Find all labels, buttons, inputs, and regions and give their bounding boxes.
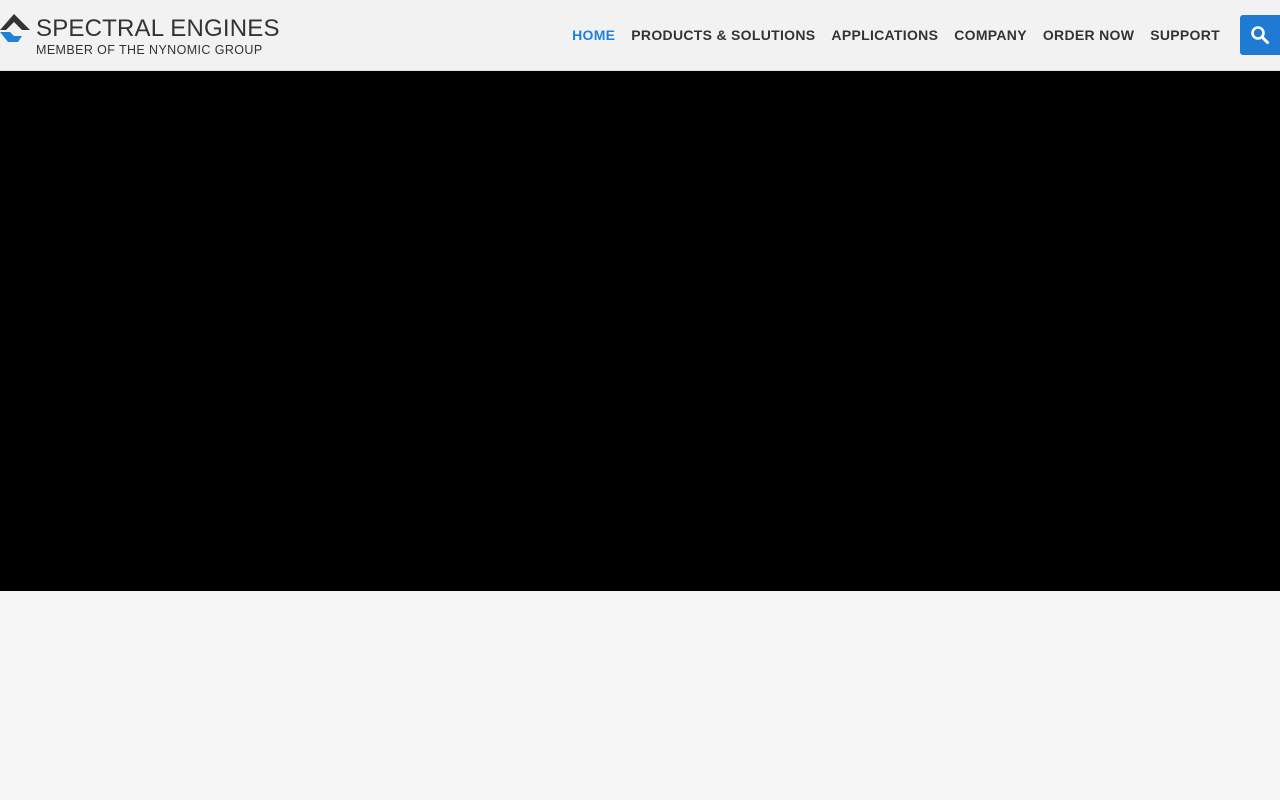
search-button[interactable]	[1240, 15, 1280, 55]
content-area	[0, 591, 1280, 800]
nav-item-support[interactable]: SUPPORT	[1150, 27, 1220, 43]
brand-name: SPECTRAL ENGINES	[36, 15, 280, 42]
search-icon	[1251, 26, 1269, 44]
nav-item-home[interactable]: HOME	[572, 27, 615, 43]
nav-item-applications[interactable]: APPLICATIONS	[831, 27, 938, 43]
main-nav: HOME PRODUCTS & SOLUTIONS APPLICATIONS C…	[556, 0, 1220, 70]
brand-logo[interactable]: SPECTRAL ENGINES MEMBER OF THE NYNOMIC G…	[0, 14, 280, 58]
logo-mark-icon	[0, 14, 30, 42]
nav-item-company[interactable]: COMPANY	[954, 27, 1027, 43]
nav-item-order-now[interactable]: ORDER NOW	[1043, 27, 1134, 43]
hero-video[interactable]	[0, 71, 1280, 591]
nav-item-products-solutions[interactable]: PRODUCTS & SOLUTIONS	[631, 27, 815, 43]
site-header: SPECTRAL ENGINES MEMBER OF THE NYNOMIC G…	[0, 0, 1280, 71]
brand-tagline: MEMBER OF THE NYNOMIC GROUP	[36, 43, 263, 57]
